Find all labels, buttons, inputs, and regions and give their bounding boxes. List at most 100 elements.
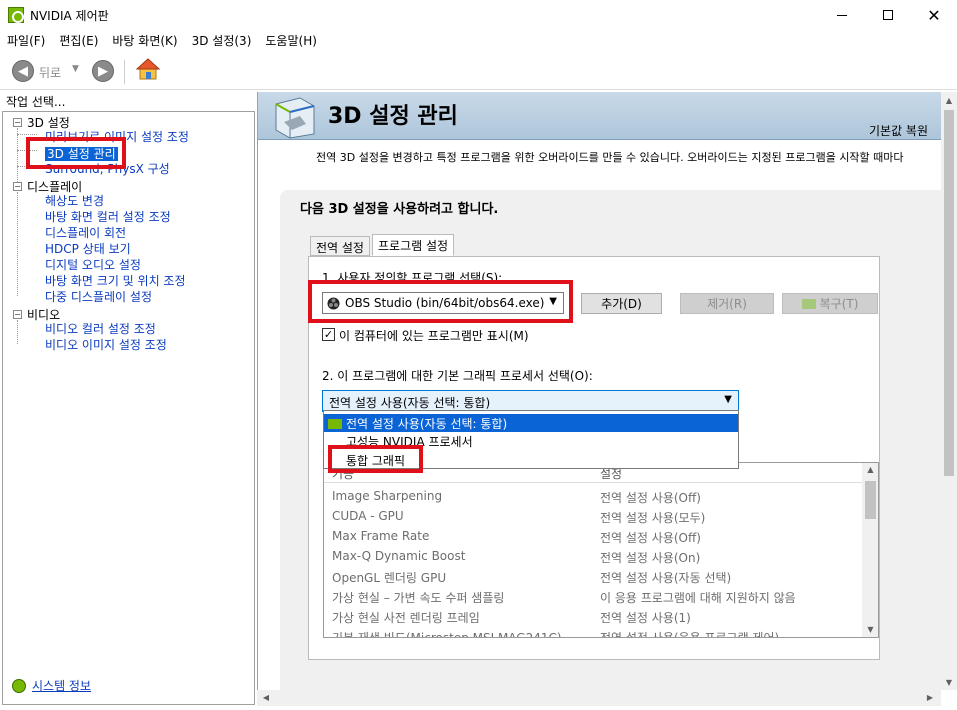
collapse-display-icon[interactable]: − <box>13 182 22 191</box>
table-row[interactable]: 가상 현실 사전 렌더링 프레임 전역 설정 사용(1) <box>324 607 864 627</box>
show-installed-checkbox[interactable]: ✓ <box>322 328 335 341</box>
main-scrollbar[interactable]: ▲ ▼ <box>941 92 957 690</box>
gpu-option-global[interactable]: 전역 설정 사용(자동 선택: 통합) <box>324 414 738 432</box>
feature-setting: 이 응용 프로그램에 대해 지원하지 않음 <box>600 591 796 605</box>
horizontal-scrollbar[interactable]: ◀ ▶ <box>257 690 941 706</box>
feature-setting: 전역 설정 사용(자동 선택) <box>600 571 732 585</box>
highlight-box-program <box>308 280 573 323</box>
tab-program-settings[interactable]: 프로그램 설정 <box>372 234 455 256</box>
history-dropdown-icon[interactable]: ▼ <box>72 64 79 74</box>
feature-name: Max-Q Dynamic Boost <box>332 549 466 563</box>
feature-name: 가상 현실 – 가변 속도 수퍼 샘플링 <box>332 591 505 605</box>
feature-name: OpenGL 렌더링 GPU <box>332 571 447 585</box>
main-scroll-thumb[interactable] <box>944 110 954 476</box>
feature-name: Max Frame Rate <box>332 529 430 543</box>
3d-cube-icon <box>275 97 315 139</box>
forward-arrow-icon: ▶ <box>98 63 108 79</box>
page-header: 3D 설정 관리 기본값 복원 <box>258 92 942 140</box>
menu-edit[interactable]: 편집(E) <box>52 30 105 50</box>
nvidia-logo-icon <box>328 419 342 429</box>
table-row[interactable]: 가상 현실 – 가변 속도 수퍼 샘플링 이 응용 프로그램에 대해 지원하지 않… <box>324 587 864 607</box>
table-scroll-thumb[interactable] <box>865 481 876 519</box>
collapse-video-icon[interactable]: − <box>13 310 22 319</box>
tree-line <box>17 134 37 135</box>
chevron-down-icon: ▼ <box>724 394 732 405</box>
nvidia-logo-icon <box>801 298 816 309</box>
tree-item-video-image[interactable]: 비디오 이미지 설정 조정 <box>45 336 167 353</box>
table-row[interactable]: Max-Q Dynamic Boost 전역 설정 사용(On) <box>324 547 864 567</box>
tree-item-multi-display[interactable]: 다중 디스플레이 설정 <box>45 288 152 305</box>
feature-name: CUDA - GPU <box>332 509 404 523</box>
minimize-button[interactable] <box>819 0 865 30</box>
scroll-right-icon[interactable]: ▶ <box>925 693 935 702</box>
menu-file[interactable]: 파일(F) <box>0 30 52 50</box>
feature-name: Image Sharpening <box>332 489 443 503</box>
menu-bar: 파일(F) 편집(E) 바탕 화면(K) 3D 설정(3) 도움말(H) <box>0 30 957 50</box>
page-description: 전역 3D 설정을 변경하고 특정 프로그램을 위한 오버라이드를 만들 수 있… <box>316 151 904 164</box>
restore-program-button[interactable]: 복구(T) <box>782 293 878 314</box>
tree-item-rotate[interactable]: 디스플레이 회전 <box>45 224 126 241</box>
tree-item-digital-audio[interactable]: 디지털 오디오 설정 <box>45 256 141 273</box>
tree-item-resolution[interactable]: 해상도 변경 <box>45 192 104 209</box>
window-title: NVIDIA 제어판 <box>30 9 109 23</box>
add-program-button[interactable]: 추가(D) <box>581 293 662 314</box>
menu-help[interactable]: 도움말(H) <box>258 30 324 50</box>
table-row[interactable]: OpenGL 렌더링 GPU 전역 설정 사용(자동 선택) <box>324 567 864 587</box>
feature-setting: 전역 설정 사용(Off) <box>600 491 701 505</box>
task-tree-panel: − 3D 설정 미리보기로 이미지 설정 조정 3D 설정 관리 Surroun… <box>2 111 255 705</box>
maximize-icon <box>883 10 893 20</box>
scroll-down-icon[interactable]: ▼ <box>941 678 957 687</box>
remove-program-button[interactable]: 제거(R) <box>680 293 774 314</box>
home-icon[interactable] <box>136 58 160 80</box>
feature-table: 기능 설정 Image Sharpening 전역 설정 사용(Off) CUDA… <box>323 462 879 638</box>
restore-program-label: 복구(T) <box>819 297 859 311</box>
menu-desktop[interactable]: 바탕 화면(K) <box>105 30 184 50</box>
restore-defaults-link[interactable]: 기본값 복원 <box>869 122 928 139</box>
back-label[interactable]: 뒤로 <box>39 64 61 81</box>
tree-item-hdcp[interactable]: HDCP 상태 보기 <box>45 240 131 257</box>
table-row[interactable]: 기본 재생 빈도(Microstep MSI MAG241C) 전역 설정 사용(… <box>324 627 864 638</box>
task-select-header: 작업 선택... <box>0 92 256 110</box>
feature-setting: 전역 설정 사용(모두) <box>600 511 706 525</box>
table-scrollbar[interactable]: ▲ ▼ <box>862 463 878 637</box>
tree-item-desktop-size[interactable]: 바탕 화면 크기 및 위치 조정 <box>45 272 186 289</box>
forward-button[interactable]: ▶ <box>92 60 114 82</box>
step2-label: 2. 이 프로그램에 대한 기본 그래픽 프로세서 선택(O): <box>322 369 593 383</box>
feature-name: 기본 재생 빈도(Microstep MSI MAG241C) <box>332 631 562 638</box>
gpu-select[interactable]: 전역 설정 사용(자동 선택: 통합) ▼ <box>322 390 739 412</box>
feature-setting: 전역 설정 사용(응용 프로그램 제어) <box>600 631 780 638</box>
scroll-up-icon[interactable]: ▲ <box>941 96 957 105</box>
tree-line <box>17 192 18 296</box>
system-info-icon <box>12 679 26 693</box>
close-icon: ✕ <box>927 5 941 25</box>
highlight-box-integrated <box>328 445 423 473</box>
table-row[interactable]: CUDA - GPU 전역 설정 사용(모두) <box>324 507 864 527</box>
back-button[interactable]: ◀ <box>12 60 34 82</box>
menu-3d-settings[interactable]: 3D 설정(3) <box>185 30 259 50</box>
scroll-up-icon[interactable]: ▲ <box>862 465 878 474</box>
gpu-option-label: 전역 설정 사용(자동 선택: 통합) <box>346 417 508 431</box>
highlight-box-manage <box>26 137 126 169</box>
table-row[interactable]: Max Frame Rate 전역 설정 사용(Off) <box>324 527 864 547</box>
tree-line <box>17 320 18 344</box>
feature-setting: 전역 설정 사용(Off) <box>600 531 701 545</box>
minimize-icon <box>837 14 847 16</box>
tree-item-video-color[interactable]: 비디오 컬러 설정 조정 <box>45 320 156 337</box>
feature-setting: 전역 설정 사용(1) <box>600 611 691 625</box>
section-title: 다음 3D 설정을 사용하려고 합니다. <box>300 202 499 217</box>
title-bar: NVIDIA 제어판 ✕ <box>0 0 957 30</box>
toolbar-separator <box>124 60 125 84</box>
scroll-left-icon[interactable]: ◀ <box>261 693 271 702</box>
tree-item-desktop-color[interactable]: 바탕 화면 컬러 설정 조정 <box>45 208 171 225</box>
close-button[interactable]: ✕ <box>911 0 957 30</box>
system-info-link[interactable]: 시스템 정보 <box>32 677 91 694</box>
page-title: 3D 설정 관리 <box>328 104 458 129</box>
nvidia-app-icon <box>8 7 24 23</box>
tab-global-settings[interactable]: 전역 설정 <box>310 236 370 256</box>
back-arrow-icon: ◀ <box>18 63 28 79</box>
table-row[interactable]: Image Sharpening 전역 설정 사용(Off) <box>324 487 864 507</box>
scroll-down-icon[interactable]: ▼ <box>862 625 878 634</box>
maximize-button[interactable] <box>865 0 911 30</box>
collapse-3d-icon[interactable]: − <box>13 118 22 127</box>
feature-setting: 전역 설정 사용(On) <box>600 551 701 565</box>
